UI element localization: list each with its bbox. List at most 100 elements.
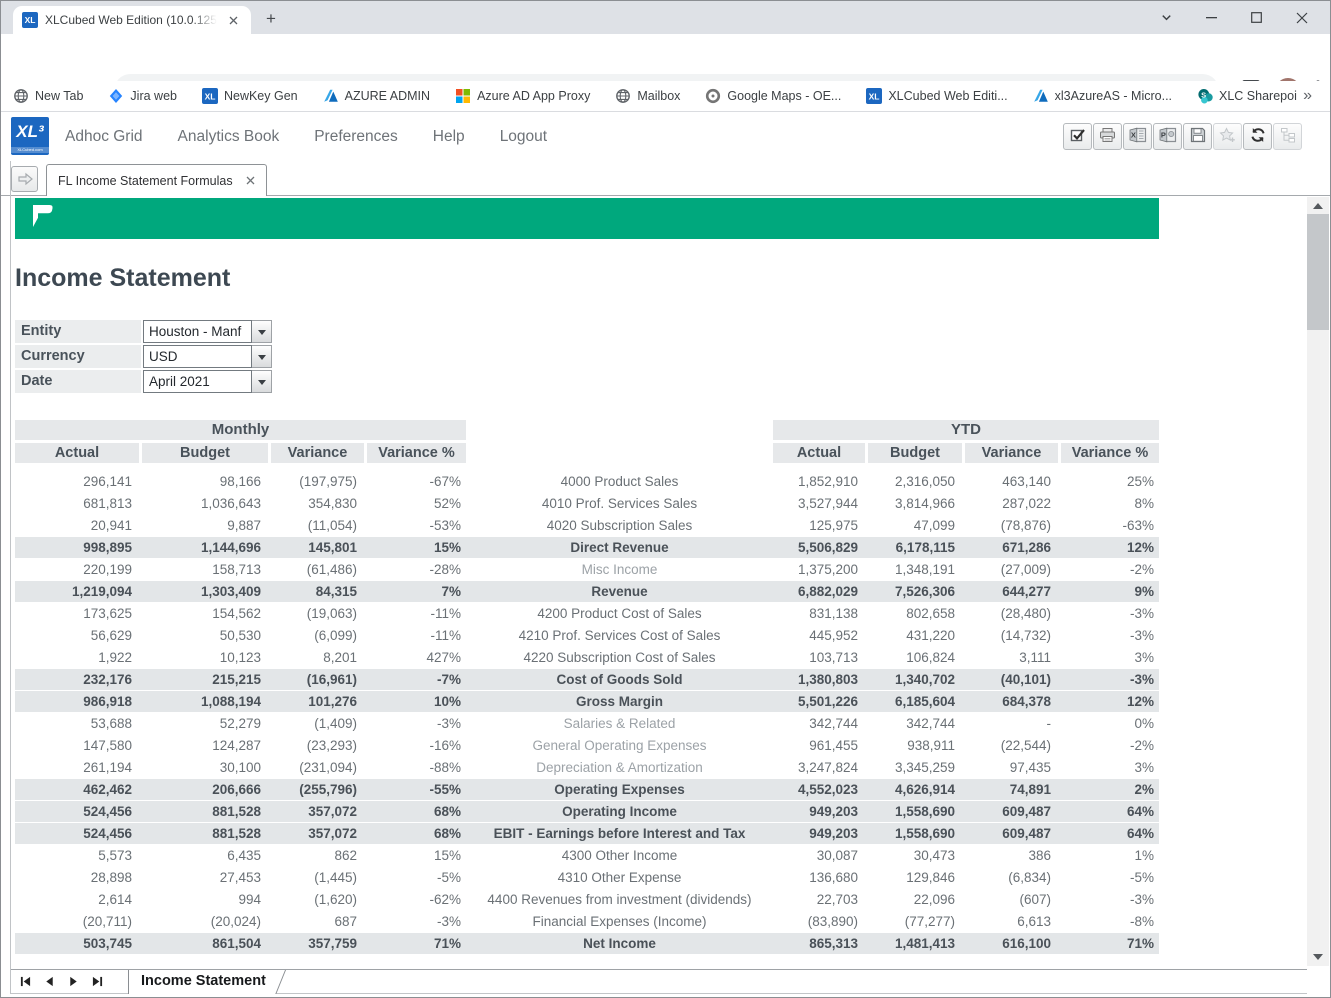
monthly-variance-cell: 862 — [271, 845, 367, 867]
ytd-actual-cell: 5,501,226 — [773, 691, 868, 712]
currency-dropdown[interactable]: USD — [143, 345, 272, 368]
entity-value[interactable]: Houston - Manf — [143, 320, 252, 343]
ytd-actual-cell: 5,506,829 — [773, 537, 868, 558]
menu-logout[interactable]: Logout — [500, 128, 547, 146]
monthly-actual-cell: 220,199 — [15, 559, 142, 581]
account-label: General Operating Expenses — [466, 735, 773, 757]
window-maximize-button[interactable] — [1234, 1, 1279, 34]
ytd-actual-cell: 3,247,824 — [773, 757, 868, 779]
save-button[interactable] — [1183, 123, 1212, 150]
xlcubed-logo: XL³ XLCubed.com — [11, 117, 49, 155]
ytd-actual-cell: 865,313 — [773, 933, 868, 954]
vertical-scrollbar[interactable] — [1307, 197, 1329, 966]
edit-check-button[interactable] — [1063, 123, 1092, 150]
monthly-variance-pct-cell: -11% — [367, 603, 466, 625]
doc-nav-arrow-button[interactable] — [11, 166, 38, 192]
ytd-variance-cell: 671,286 — [965, 537, 1061, 558]
monthly-variance-pct-cell: -55% — [367, 779, 466, 800]
ytd-budget-cell: 129,846 — [868, 867, 965, 889]
svg-text:P: P — [1160, 131, 1165, 140]
bookmark-item[interactable]: Mailbox — [615, 88, 680, 104]
tab-search-chevron-icon[interactable] — [1144, 1, 1189, 34]
menu-help[interactable]: Help — [433, 128, 465, 146]
date-label: Date — [15, 370, 141, 393]
bookmark-item[interactable]: New Tab — [13, 88, 83, 104]
browser-tab[interactable]: XL XLCubed Web Edition (10.0.125.0 — [13, 6, 251, 34]
account-label: Operating Income — [466, 801, 773, 822]
ytd-variance-cell: 616,100 — [965, 933, 1061, 954]
sheet-next-button[interactable] — [65, 974, 82, 989]
currency-value[interactable]: USD — [143, 345, 252, 368]
refresh-button[interactable] — [1243, 123, 1272, 150]
monthly-actual-cell: 261,194 — [15, 757, 142, 779]
bookmarks-items: New Tab Jira web XLNewKey Gen AZURE ADMIN Az… — [13, 88, 1297, 104]
excel-export-button[interactable]: X — [1123, 123, 1152, 150]
window-minimize-button[interactable] — [1189, 1, 1234, 34]
sheet-last-button[interactable] — [89, 974, 106, 989]
scroll-up-icon[interactable] — [1307, 197, 1329, 214]
ytd-variance-cell: 6,613 — [965, 911, 1061, 933]
doc-tab[interactable]: FL Income Statement Formulas — [46, 164, 267, 196]
bookmark-item[interactable]: Jira web — [108, 88, 177, 104]
ytd-variance-cell: (40,101) — [965, 669, 1061, 690]
menu-preferences[interactable]: Preferences — [314, 128, 398, 146]
table-row: 503,745861,504357,75971%Net Income865,31… — [15, 933, 1159, 955]
bookmark-item[interactable]: XLXLCubed Web Editi... — [866, 88, 1007, 104]
report-filters: Entity Houston - Manf Currency USD Date … — [15, 320, 272, 395]
monthly-variance-pct-cell: 427% — [367, 647, 466, 669]
azure-icon — [323, 88, 339, 104]
currency-dropdown-arrow-icon[interactable] — [252, 345, 272, 368]
scrollbar-thumb[interactable] — [1307, 214, 1329, 330]
monthly-actual-cell: (20,711) — [15, 911, 142, 933]
filter-row-date: Date April 2021 — [15, 370, 272, 393]
date-dropdown[interactable]: April 2021 — [143, 370, 272, 393]
bookmark-item[interactable]: SXLC Sharepoint — [1197, 88, 1297, 104]
bookmark-label: Mailbox — [637, 89, 680, 103]
ytd-actual-cell: 831,138 — [773, 603, 868, 625]
date-dropdown-arrow-icon[interactable] — [252, 370, 272, 393]
bookmark-item[interactable]: xl3AzureAS - Micro... — [1033, 88, 1172, 104]
ytd-actual-cell: 961,455 — [773, 735, 868, 757]
menu-analytics-book[interactable]: Analytics Book — [178, 128, 280, 146]
entity-dropdown-arrow-icon[interactable] — [252, 320, 272, 343]
monthly-variance-cell: (1,445) — [271, 867, 367, 889]
menu-adhoc-grid[interactable]: Adhoc Grid — [65, 128, 143, 146]
monthly-variance-cell: 145,801 — [271, 537, 367, 558]
powerpoint-export-button[interactable]: P — [1153, 123, 1182, 150]
bookmark-item[interactable]: Google Maps - OE... — [705, 88, 841, 104]
date-value[interactable]: April 2021 — [143, 370, 252, 393]
monthly-actual-cell: 2,614 — [15, 889, 142, 911]
favorite-add-icon — [1219, 127, 1236, 146]
monthly-variance-cell: (255,796) — [271, 779, 367, 800]
scroll-down-icon[interactable] — [1307, 949, 1329, 966]
entity-dropdown[interactable]: Houston - Manf — [143, 320, 272, 343]
report-title: Income Statement — [15, 264, 230, 293]
ytd-variance-cell: 609,487 — [965, 801, 1061, 822]
ytd-budget-cell: 47,099 — [868, 515, 965, 537]
bookmark-label: NewKey Gen — [224, 89, 298, 103]
monthly-actual-cell: 1,219,094 — [15, 581, 142, 602]
sheet-prev-button[interactable] — [41, 974, 58, 989]
ytd-variance-pct-cell: -5% — [1061, 867, 1159, 889]
xlcubed-favicon: XL — [22, 12, 38, 28]
monthly-actual-cell: 53,688 — [15, 713, 142, 735]
bookmark-item[interactable]: Azure AD App Proxy — [455, 88, 590, 104]
window-close-button[interactable] — [1279, 1, 1324, 34]
ytd-budget-cell: 1,558,690 — [868, 823, 965, 844]
bookmark-label: XLCubed Web Editi... — [888, 89, 1007, 103]
monthly-budget-cell: 881,528 — [142, 801, 271, 822]
monthly-variance-pct-cell: -7% — [367, 669, 466, 690]
print-button[interactable] — [1093, 123, 1122, 150]
sheet-first-button[interactable] — [17, 974, 34, 989]
account-label: Misc Income — [466, 559, 773, 581]
doc-tab-close-icon[interactable] — [246, 172, 255, 190]
ytd-budget-cell: 1,481,413 — [868, 933, 965, 954]
xlcubed-logo-text: XL³ — [16, 122, 43, 141]
bookmarks-overflow-chevron[interactable]: » — [1297, 87, 1318, 105]
bookmark-item[interactable]: AZURE ADMIN — [323, 88, 430, 104]
new-tab-button[interactable]: + — [261, 9, 281, 29]
monthly-budget-cell: 158,713 — [142, 559, 271, 581]
sheet-tab-income-statement[interactable]: Income Statement — [128, 970, 272, 994]
bookmark-item[interactable]: XLNewKey Gen — [202, 88, 298, 104]
tab-close-icon[interactable] — [224, 11, 242, 29]
